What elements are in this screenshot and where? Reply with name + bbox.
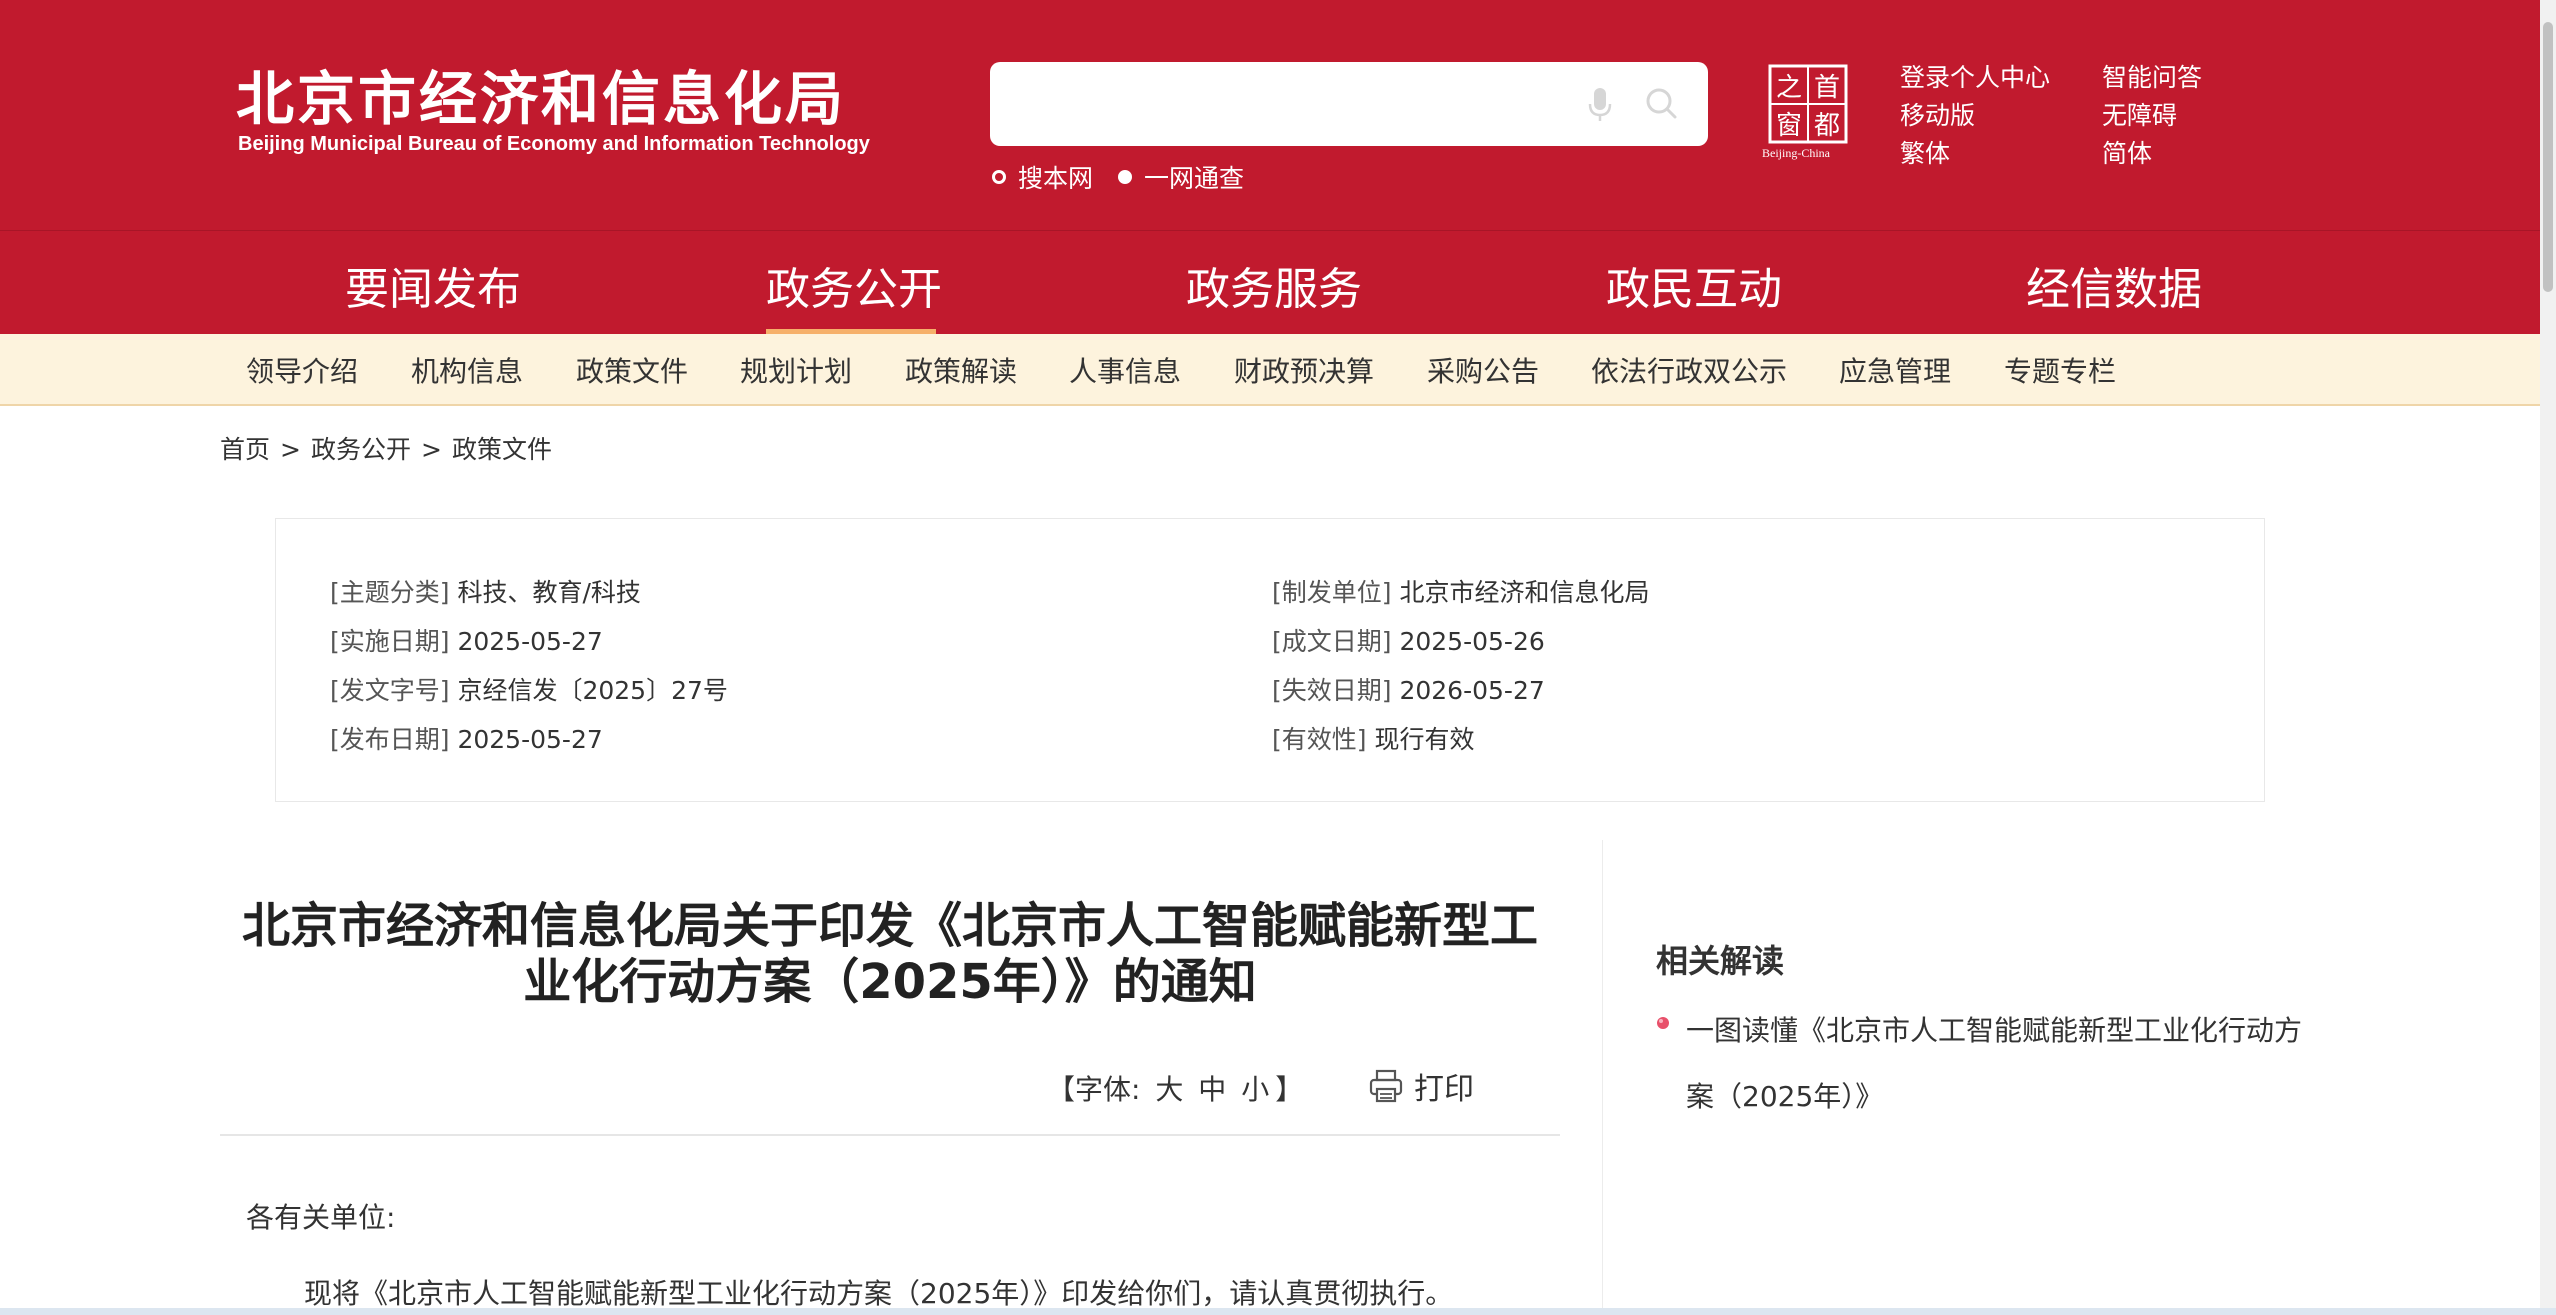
bullet-icon: [1657, 1017, 1669, 1029]
capital-logo-subtitle: Beijing-China: [1762, 146, 1830, 160]
meta-label: [制发单位]: [1272, 578, 1392, 607]
sub-nav-policy-docs[interactable]: 政策文件: [576, 350, 688, 390]
search-input[interactable]: [1008, 76, 1542, 134]
meta-value: 北京市经济和信息化局: [1399, 578, 1650, 607]
print-button[interactable]: 打印: [1368, 1064, 1474, 1108]
meta-value: 2025-05-27: [457, 627, 603, 656]
site-logo-subtitle: Beijing Municipal Bureau of Economy and …: [238, 133, 870, 155]
sub-nav-special-topics[interactable]: 专题专栏: [2004, 350, 2116, 390]
main-nav-data[interactable]: 经信数据: [2026, 253, 2202, 317]
scope-option-site[interactable]: 搜本网: [992, 159, 1093, 195]
sub-nav-institution[interactable]: 机构信息: [411, 350, 523, 390]
breadcrumb: 首页 > 政务公开 > 政策文件: [220, 430, 552, 466]
mobile-version-link[interactable]: 移动版: [1900, 96, 1975, 132]
meta-value: 2025-05-27: [457, 725, 603, 754]
window-bottom-edge: [0, 1308, 2556, 1315]
main-nav: 要闻发布 政务公开 政务服务 政民互动 经信数据: [0, 230, 2540, 335]
font-size-suffix: 】: [1275, 1073, 1304, 1106]
svg-text:都: 都: [1814, 111, 1840, 141]
article-paragraph: 现将《北京市人工智能赋能新型工业化行动方案（2025年）》印发给你们，请认真贯彻…: [304, 1277, 1454, 1310]
related-interpretation-link[interactable]: 一图读懂《北京市人工智能赋能新型工业化行动方案（2025年）》: [1686, 998, 2326, 1130]
font-size-control: 【字体: 大 中 小】: [1044, 1068, 1306, 1108]
meta-value: 科技、教育/科技: [457, 578, 641, 607]
svg-text:窗: 窗: [1776, 111, 1802, 141]
sub-nav-leaders[interactable]: 领导介绍: [246, 350, 358, 390]
breadcrumb-home[interactable]: 首页: [220, 435, 270, 464]
print-label: 打印: [1414, 1072, 1474, 1107]
meta-label: [有效性]: [1272, 725, 1367, 754]
title-divider: [220, 1134, 1560, 1136]
traditional-chinese-link[interactable]: 繁体: [1900, 134, 1950, 170]
meta-effective-date: [实施日期] 2025-05-27: [330, 622, 603, 658]
breadcrumb-gov-affairs[interactable]: 政务公开: [311, 435, 411, 464]
smart-qa-link[interactable]: 智能问答: [2102, 58, 2202, 94]
main-nav-gov-affairs[interactable]: 政务公开: [766, 253, 942, 317]
breadcrumb-separator: >: [420, 435, 442, 464]
meta-label: [成文日期]: [1272, 627, 1392, 656]
top-header: 北京市经济和信息化局 Beijing Municipal Bureau of E…: [0, 0, 2540, 230]
article-title: 北京市经济和信息化局关于印发《北京市人工智能赋能新型工业化行动方案（2025年）…: [241, 898, 1538, 1010]
meta-doc-number: [发文字号] 京经信发〔2025〕27号: [330, 671, 728, 707]
simplified-chinese-link[interactable]: 简体: [2102, 134, 2152, 170]
meta-label: [失效日期]: [1272, 676, 1392, 705]
meta-value: 现行有效: [1374, 725, 1475, 754]
scope-option-network[interactable]: 一网通查: [1118, 159, 1244, 195]
sub-nav-personnel[interactable]: 人事信息: [1069, 350, 1181, 390]
meta-label: [发布日期]: [330, 725, 450, 754]
login-personal-center-link[interactable]: 登录个人中心: [1900, 58, 2050, 94]
svg-text:之: 之: [1776, 73, 1802, 103]
font-size-medium-button[interactable]: 中: [1198, 1073, 1226, 1106]
column-divider: [1602, 840, 1603, 1315]
font-size-large-button[interactable]: 大: [1155, 1073, 1183, 1106]
radio-selected-icon: [1118, 170, 1132, 184]
sub-nav-policy-interpretation[interactable]: 政策解读: [905, 350, 1017, 390]
vertical-scrollbar[interactable]: [2540, 0, 2556, 1315]
meta-written-date: [成文日期] 2025-05-26: [1272, 622, 1545, 658]
meta-publish-date: [发布日期] 2025-05-27: [330, 720, 603, 756]
main-nav-gov-services[interactable]: 政务服务: [1186, 253, 1362, 317]
meta-validity: [有效性] 现行有效: [1272, 720, 1474, 756]
printer-icon: [1369, 1069, 1403, 1103]
search-icon[interactable]: [1640, 82, 1684, 126]
article-salutation: 各有关单位:: [246, 1201, 396, 1234]
sub-nav-procurement[interactable]: 采购公告: [1427, 350, 1539, 390]
meta-issuer: [制发单位] 北京市经济和信息化局: [1272, 573, 1649, 609]
radio-unselected-icon: [992, 170, 1006, 184]
scrollbar-thumb[interactable]: [2543, 22, 2553, 292]
main-nav-news[interactable]: 要闻发布: [345, 253, 521, 317]
sub-nav-budget[interactable]: 财政预决算: [1234, 350, 1374, 390]
sub-nav-legal-publicity[interactable]: 依法行政双公示: [1591, 350, 1787, 390]
document-metadata-box: [主题分类] 科技、教育/科技 [实施日期] 2025-05-27 [发文字号]…: [275, 518, 2265, 802]
related-section-title: 相关解读: [1656, 942, 1785, 980]
sub-nav-emergency[interactable]: 应急管理: [1839, 350, 1951, 390]
meta-label: [实施日期]: [330, 627, 450, 656]
main-nav-interaction[interactable]: 政民互动: [1606, 253, 1782, 317]
font-size-label: 【字体:: [1047, 1073, 1141, 1106]
breadcrumb-separator: >: [280, 435, 301, 464]
scope-label: 搜本网: [1018, 164, 1094, 193]
meta-label: [发文字号]: [330, 676, 450, 705]
meta-label: [主题分类]: [330, 578, 450, 607]
breadcrumb-policy-docs[interactable]: 政策文件: [452, 435, 552, 464]
meta-value: 京经信发〔2025〕27号: [457, 676, 728, 705]
sub-nav-planning[interactable]: 规划计划: [740, 350, 852, 390]
meta-expiry-date: [失效日期] 2026-05-27: [1272, 671, 1545, 707]
meta-value: 2025-05-26: [1399, 627, 1545, 656]
microphone-icon[interactable]: [1578, 82, 1622, 126]
svg-text:首: 首: [1814, 73, 1840, 103]
meta-value: 2026-05-27: [1399, 676, 1545, 705]
scope-label: 一网通查: [1144, 164, 1245, 193]
site-logo-title[interactable]: 北京市经济和信息化局: [236, 52, 846, 136]
accessibility-link[interactable]: 无障碍: [2102, 96, 2177, 132]
sub-nav: 领导介绍 机构信息 政策文件 规划计划 政策解读 人事信息 财政预决算 采购公告…: [0, 334, 2540, 406]
font-size-small-button[interactable]: 小: [1241, 1073, 1269, 1106]
meta-topic: [主题分类] 科技、教育/科技: [330, 573, 641, 609]
